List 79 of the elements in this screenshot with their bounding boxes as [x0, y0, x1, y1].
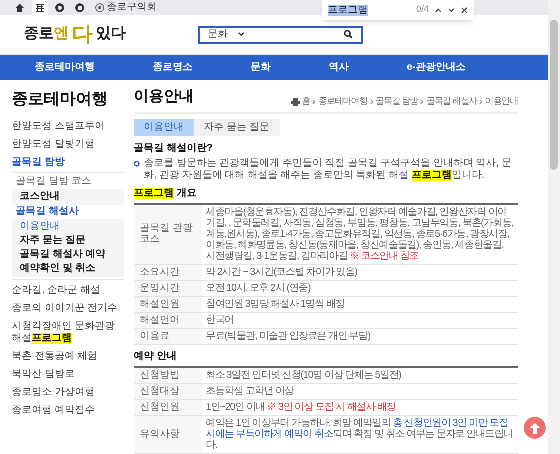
tab[interactable]: 이용안내 — [134, 118, 194, 136]
row-label: 해설언어 — [134, 312, 202, 328]
row-label: 소요시간 — [134, 264, 202, 280]
bullet-icon — [134, 160, 140, 166]
breadcrumb-link[interactable]: 이용안내 — [485, 95, 518, 108]
row-value: 무료(박물관, 미술관 입장료은 개인 부담) — [205, 330, 372, 344]
chevron-right-icon — [312, 98, 316, 105]
sidebar-item[interactable]: 순라길, 순라군 해설 — [12, 282, 124, 300]
sidebar-title: 종로테마여행 — [12, 90, 109, 110]
row-value: 오전 10시, 오후 2시 (연중) — [205, 282, 312, 296]
chevron-right-icon — [420, 98, 424, 105]
breadcrumb-link[interactable]: 종로테마여행 — [318, 95, 368, 108]
chevron-up-icon[interactable] — [435, 8, 442, 12]
page-title: 이용안내 — [134, 87, 194, 107]
intro-text: 종로를 방문하는 관광객들에게 주민들이 직접 골목길 구석구석을 안내하며 역사, 문화, 관광 자원들에 대해 해설을 해주는 종로만의 특화된 해설 프로그램입니다. — [144, 158, 513, 182]
row-label: 신청대상 — [134, 384, 202, 398]
section-heading: 예약 안내 — [134, 350, 178, 364]
close-icon[interactable] — [461, 6, 468, 14]
sidebar-item[interactable]: 종로여행 예약접수 — [12, 402, 124, 420]
breadcrumb-link[interactable]: 홈 — [302, 95, 310, 108]
nav-link[interactable]: 종로명소 — [153, 60, 193, 75]
row-label: 해설인원 — [134, 296, 202, 312]
section-heading: 프로그램 개요 — [134, 186, 198, 200]
row-value: 약 2시간 ~ 3시간(코스별 차이가 있음) — [205, 266, 358, 280]
sidebar-item[interactable]: 골목길 탐방 — [12, 154, 124, 172]
chevron-right-icon — [370, 98, 374, 105]
submenu-item[interactable]: 골목길 해설사 — [12, 205, 124, 219]
row-value: 참여인원 3명당 해설사 1명씩 배정 — [205, 298, 346, 312]
row-label: 신청인원 — [134, 400, 202, 414]
bookmark-tab[interactable] — [32, 0, 48, 15]
scroll-top-button[interactable] — [524, 417, 546, 439]
print-icon[interactable] — [291, 98, 300, 106]
sidebar-item[interactable]: 한양도성 달빛기행 — [12, 136, 124, 154]
row-value: 세종마을(청운효자동), 진경산수화길, 인왕자락 예술가길, 인왕산자락 이야기길, , 문학둘레길, 사직동, 삼청동, 부암동, 평창동, 고남무악동, 북촌(가회동,계동,원서동), 종로1·4가동, 종고문화유적길, 익선동, 종로5·6가동, 광장시장, 이화동, 혜화명륜동, 창신동(동제마을, 창신예술돌길), 숭인동, 세종한울길, 시전행랑길, 3·1운동길, 김마리아길 ※ 코스안내 참조 — [205, 206, 515, 264]
emblem-icon — [55, 2, 65, 12]
match-count: 0/4 — [416, 3, 429, 16]
submenu-item[interactable]: 예약확인 및 취소 — [12, 262, 124, 276]
nav-link[interactable]: e-관광안내소 — [407, 60, 466, 75]
site-logo[interactable]: 종로엔 다 있다 — [24, 23, 174, 46]
scrollbar[interactable] — [548, 0, 560, 454]
sidebar-item[interactable]: 종로명소 가상여행 — [12, 384, 124, 402]
chevron-right-icon — [479, 98, 484, 105]
home-icon — [15, 2, 25, 12]
nav-link[interactable]: 문화 — [251, 60, 271, 75]
bookmark-tab[interactable]: 종로구의회 — [92, 0, 160, 15]
submenu-item[interactable]: 코스안내 — [12, 190, 124, 204]
nav-link[interactable]: 종로테마여행 — [35, 60, 95, 75]
submenu-item[interactable]: 골목길 탐방 코스 — [12, 175, 124, 189]
row-label: 운영시간 — [134, 280, 202, 296]
row-label: 이용료 — [134, 328, 202, 344]
chevron-down-icon — [238, 32, 245, 37]
breadcrumb-link[interactable]: 골목길 탐방 — [376, 95, 418, 108]
submenu-item[interactable]: 자주 묻는 질문 — [12, 234, 124, 248]
sidebar-item[interactable]: 한양도성 스탬프투어 — [12, 118, 124, 136]
row-label: 신청방법 — [134, 368, 202, 382]
tab[interactable]: 자주 묻는 질문 — [194, 118, 280, 136]
row-label: 골목길 관광코스 — [134, 204, 202, 264]
find-query[interactable]: 프로그램 — [328, 4, 368, 16]
sidebar-item[interactable]: 시청각장애인 문화관광 해설프로그램 — [12, 318, 124, 348]
row-label: 유의사항 — [134, 416, 202, 452]
grid-icon — [35, 2, 45, 12]
nav-link[interactable]: 역사 — [329, 60, 349, 75]
row-value: 초등학생 고학년 이상 — [205, 384, 296, 398]
submenu-item[interactable]: 골목길 해설사 예약 — [12, 248, 124, 262]
sidebar-item[interactable]: 북촌 전통공예 체험 — [12, 348, 124, 366]
sidebar-item[interactable]: 북악산 탐방로 — [12, 366, 124, 384]
row-value: 한국어 — [205, 314, 235, 328]
section-heading: 골목길 해설이란? — [134, 142, 214, 156]
search-icon[interactable] — [344, 30, 353, 39]
sidebar-item[interactable]: 종로의 이야기꾼 전기수 — [12, 300, 124, 318]
arrow-up-icon — [530, 422, 540, 434]
row-value: 최소 3일전 인터넷 신청(10명 이상 단체는 5일전) — [205, 368, 402, 382]
submenu-item[interactable]: 이용안내 — [12, 220, 124, 234]
row-value: 예약은 1인 이상부터 가능하나, 희망 예약일의 총 신청인원이 3인 미만 모집 시에는 부득이하게 예약이 취소되며 확정 및 취소 여부는 문자로 안내드립니다. — [205, 416, 514, 452]
chevron-down-icon[interactable] — [448, 8, 455, 12]
row-value: 1인~20인 이내 ※ 3인 이상 모집 시 해설사 배정 — [205, 400, 398, 414]
category-select[interactable]: 문화 — [208, 27, 238, 42]
breadcrumb-link[interactable]: 골목길 해설사 — [426, 95, 478, 108]
search-field[interactable]: 문화 — [198, 26, 363, 44]
